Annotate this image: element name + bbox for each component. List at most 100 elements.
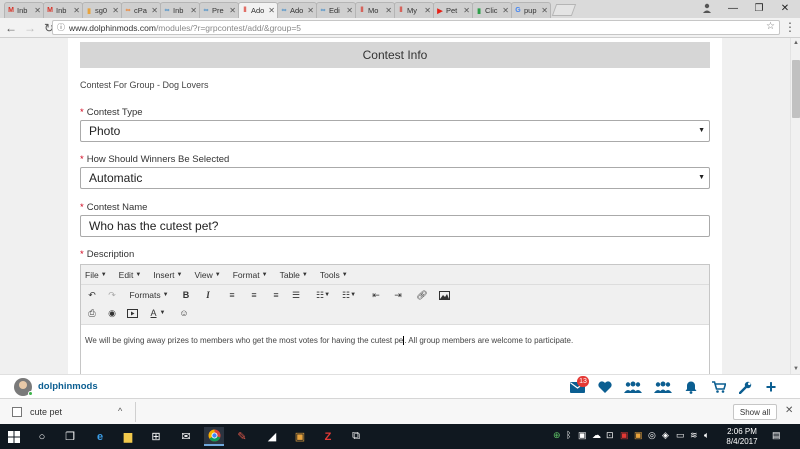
tab-close-icon[interactable]: ✕ <box>307 6 314 15</box>
groups-icon[interactable] <box>654 379 672 395</box>
username-link[interactable]: dolphinmods <box>38 381 98 392</box>
clock[interactable]: 2:06 PM 8/4/2017 <box>722 427 762 447</box>
bold-icon[interactable]: B <box>179 287 193 303</box>
edge-icon[interactable]: e <box>90 427 110 446</box>
browser-tab[interactable]: ∞ Ado ✕ <box>277 2 317 18</box>
tab-close-icon[interactable]: ✕ <box>34 6 41 15</box>
wrench-icon[interactable] <box>736 379 754 395</box>
editor-menu-edit[interactable]: Edit ▼ <box>119 270 142 280</box>
browser-tab[interactable]: ▮ sg0 ✕ <box>82 2 122 18</box>
browser-tab[interactable]: ∞ Inb ✕ <box>160 2 200 18</box>
emoticons-icon[interactable]: ☺ <box>177 305 191 321</box>
forward-button[interactable]: → <box>22 20 38 36</box>
tab-close-icon[interactable]: ✕ <box>73 6 80 15</box>
tab-close-icon[interactable]: ✕ <box>346 6 353 15</box>
print-icon[interactable]: ⎙ <box>85 305 99 321</box>
chrome-icon[interactable] <box>204 427 224 446</box>
winner-selection-select[interactable]: Automatic ▼ <box>80 167 710 189</box>
media-icon[interactable] <box>125 305 139 321</box>
cortana-icon[interactable]: ○ <box>32 427 52 446</box>
url-input[interactable]: ⓘ www.dolphinmods.com/modules/?r=grpcont… <box>52 20 780 35</box>
tab-close-icon[interactable]: ✕ <box>541 6 548 15</box>
bookmark-star-icon[interactable]: ☆ <box>766 21 775 32</box>
back-button[interactable]: ← <box>3 20 19 36</box>
security-icon[interactable]: ▣ <box>578 430 587 441</box>
editor-menu-file[interactable]: File ▼ <box>85 270 107 280</box>
tray-app-icon[interactable]: ◈ <box>662 430 669 441</box>
numbered-list-icon[interactable]: ☷ ▼ <box>339 287 359 303</box>
browser-tab[interactable]: M Inb ✕ <box>43 2 83 18</box>
formats-dropdown[interactable]: Formats ▼ <box>129 287 169 303</box>
browser-menu-icon[interactable]: ⋮ <box>784 20 796 34</box>
restore-icon[interactable]: ❐ <box>746 0 772 16</box>
redo-icon[interactable]: ↷ <box>105 287 119 303</box>
friends-icon[interactable] <box>624 379 642 395</box>
tab-close-icon[interactable]: ✕ <box>502 6 509 15</box>
browser-tab[interactable]: M Inb ✕ <box>4 2 44 18</box>
profile-icon[interactable] <box>694 0 720 16</box>
scroll-up-icon[interactable]: ▲ <box>791 38 800 48</box>
preview-icon[interactable]: ◉ <box>105 305 119 321</box>
action-center-icon[interactable]: ▤ <box>772 430 781 441</box>
tray-app-icon[interactable]: ▣ <box>620 430 629 441</box>
bullet-list-icon[interactable]: ☷ ▼ <box>313 287 333 303</box>
network-app-icon[interactable]: ⧉ <box>346 427 366 446</box>
page-scrollbar[interactable]: ▲ ▼ <box>790 38 800 374</box>
download-item-name[interactable]: cute pet <box>30 407 62 417</box>
bell-icon[interactable] <box>682 379 700 395</box>
outdent-icon[interactable]: ⇤ <box>369 287 383 303</box>
browser-tab[interactable]: ‖ My ✕ <box>394 2 434 18</box>
browser-tab[interactable]: ▮ Clic ✕ <box>472 2 512 18</box>
browser-tab[interactable]: ‖ Ado ✕ <box>238 2 278 18</box>
wifi-icon[interactable]: ≋ <box>690 430 698 441</box>
tray-app-icon[interactable]: ◎ <box>648 430 656 441</box>
scrollbar-thumb[interactable] <box>792 60 800 118</box>
show-all-button[interactable]: Show all <box>733 404 777 420</box>
tab-close-icon[interactable]: ✕ <box>151 6 158 15</box>
indent-icon[interactable]: ⇥ <box>391 287 405 303</box>
battery-icon[interactable]: ▭ <box>676 430 685 441</box>
editor-menu-table[interactable]: Table ▼ <box>280 270 308 280</box>
editor-menu-tools[interactable]: Tools ▼ <box>320 270 348 280</box>
minimize-icon[interactable]: — <box>720 0 746 16</box>
windows-start-icon[interactable] <box>4 427 24 446</box>
align-center-icon[interactable]: ≡ <box>247 287 261 303</box>
task-view-icon[interactable]: ❐ <box>60 427 80 446</box>
tray-app-icon[interactable]: ⊡ <box>606 430 614 441</box>
browser-tab[interactable]: ∞ cPa ✕ <box>121 2 161 18</box>
tab-close-icon[interactable]: ✕ <box>424 6 431 15</box>
editor-menu-format[interactable]: Format ▼ <box>233 270 268 280</box>
mail-app-icon[interactable]: ✉ <box>176 427 196 446</box>
filezilla-icon[interactable]: Z <box>318 427 338 446</box>
contest-name-input[interactable]: Who has the cutest pet? <box>80 215 710 237</box>
tab-close-icon[interactable]: ✕ <box>229 6 236 15</box>
tab-close-icon[interactable]: ✕ <box>463 6 470 15</box>
image-icon[interactable] <box>437 287 451 303</box>
store-icon[interactable]: ⊞ <box>146 427 166 446</box>
editor-menu-view[interactable]: View ▼ <box>194 270 220 280</box>
tab-close-icon[interactable]: ✕ <box>385 6 392 15</box>
browser-tab[interactable]: ‖ Mo ✕ <box>355 2 395 18</box>
tray-app-icon[interactable]: ▣ <box>634 430 643 441</box>
undo-icon[interactable]: ↶ <box>85 287 99 303</box>
link-icon[interactable]: 🔗︎ <box>415 287 429 303</box>
italic-icon[interactable]: I <box>201 287 215 303</box>
align-left-icon[interactable]: ≡ <box>225 287 239 303</box>
file-explorer-icon[interactable]: ▆ <box>118 427 138 446</box>
contest-type-select[interactable]: Photo ▼ <box>80 120 710 142</box>
scroll-down-icon[interactable]: ▼ <box>791 364 800 374</box>
align-right-icon[interactable]: ≡ <box>269 287 283 303</box>
close-icon[interactable]: ✕ <box>785 405 793 416</box>
app-icon[interactable]: ▣ <box>290 427 310 446</box>
new-tab-button[interactable] <box>551 4 577 16</box>
browser-tab[interactable]: ∞ Pre ✕ <box>199 2 239 18</box>
browser-tab[interactable]: ∞ Edi ✕ <box>316 2 356 18</box>
align-justify-icon[interactable]: ☰ <box>289 287 303 303</box>
page-info-icon[interactable]: ⓘ <box>57 22 65 33</box>
volume-icon[interactable]: 🔈︎ <box>704 430 709 441</box>
add-icon[interactable]: + <box>762 377 780 397</box>
tab-close-icon[interactable]: ✕ <box>112 6 119 15</box>
browser-tab[interactable]: Gpup ✕ <box>511 2 551 18</box>
tab-close-icon[interactable]: ✕ <box>268 6 275 15</box>
heart-icon[interactable] <box>596 379 614 395</box>
